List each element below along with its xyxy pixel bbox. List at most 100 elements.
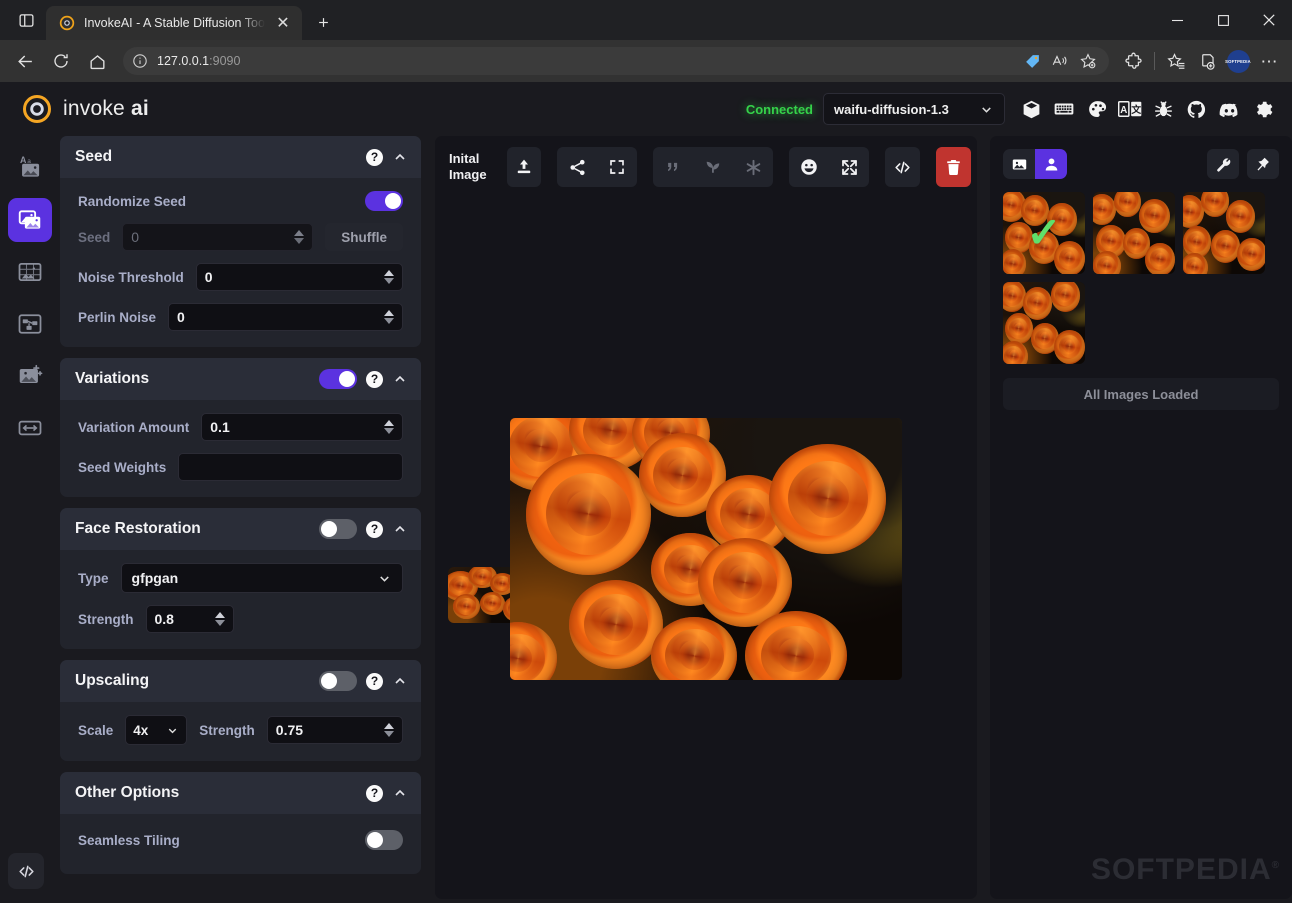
tab-close-icon[interactable]: ✕ [274,14,292,32]
browser-tab[interactable]: InvokeAI - A Stable Diffusion Too ✕ [46,6,302,40]
language-icon[interactable]: A 文 [1118,97,1142,121]
address-bar[interactable]: 127.0.0.1:9090 [123,47,1109,75]
extensions-button[interactable] [1118,46,1148,76]
upload-image-button[interactable] [506,147,542,187]
show-metadata-button[interactable] [885,147,921,187]
browser-more-button[interactable]: ⋯ [1254,46,1284,76]
use-seed-button[interactable] [693,147,733,187]
help-icon[interactable]: ? [366,784,383,802]
stepper-up-icon[interactable] [294,230,305,236]
collapse-chevron-icon[interactable] [392,521,408,537]
model-select[interactable]: waifu-diffusion-1.3 [823,93,1005,125]
seed-panel-header[interactable]: Seed ? [60,136,421,178]
upscaling-panel-header[interactable]: Upscaling ? [60,660,421,702]
back-button[interactable] [8,46,42,76]
perlin-noise-input[interactable]: 0 [168,303,403,331]
perlin-noise-stepper[interactable] [384,310,394,324]
upscale-strength-input[interactable]: 0.75 [266,716,403,744]
gallery-settings-button[interactable] [1207,149,1239,179]
gallery-pin-button[interactable] [1247,149,1279,179]
upscale-strength-stepper[interactable] [384,723,394,737]
randomize-seed-toggle[interactable] [365,191,403,211]
favorites-button[interactable] [1161,46,1191,76]
help-icon[interactable]: ? [366,520,383,538]
stepper-down-icon[interactable] [384,428,394,434]
site-info-icon[interactable] [131,53,148,70]
face-restoration-panel-header[interactable]: Face Restoration ? [60,508,421,550]
sidebar-item-text-to-image[interactable]: Aa [8,146,52,190]
console-code-icon[interactable] [8,853,44,889]
gallery-thumbnail[interactable] [1093,192,1175,274]
collapse-chevron-icon[interactable] [392,673,408,689]
collapse-chevron-icon[interactable] [392,149,408,165]
stepper-down-icon[interactable] [384,731,394,737]
new-tab-button[interactable] [309,7,339,37]
gallery-thumbnail[interactable] [1183,192,1265,274]
canvas-image-area[interactable] [435,198,977,899]
stepper-down-icon[interactable] [294,238,305,244]
stepper-up-icon[interactable] [384,723,394,729]
use-all-parameters-button[interactable] [733,147,773,187]
variations-panel-header[interactable]: Variations ? [60,358,421,400]
sidebar-item-unified-canvas[interactable] [8,250,52,294]
profile-button[interactable]: SOFTPEDIA [1223,46,1253,76]
face-restoration-strength-input[interactable]: 0.8 [145,605,234,633]
stepper-down-icon[interactable] [214,620,225,626]
current-image[interactable] [510,417,902,680]
maximize-button[interactable] [1200,0,1246,40]
shopping-tag-icon[interactable] [1019,49,1045,73]
seamless-tiling-toggle[interactable] [365,830,403,850]
theme-icon[interactable] [1085,97,1109,121]
hotkeys-icon[interactable] [1052,97,1076,121]
settings-icon[interactable] [1250,97,1274,121]
reload-button[interactable] [44,46,78,76]
seed-input[interactable]: 0 [122,223,314,251]
stepper-up-icon[interactable] [384,310,394,316]
collapse-chevron-icon[interactable] [392,785,408,801]
upscale-button[interactable] [829,147,869,187]
gallery-thumbnail[interactable] [1003,282,1085,364]
upscale-scale-select[interactable]: 4x [125,715,188,745]
share-image-button[interactable] [557,147,597,187]
model-manager-icon[interactable] [1019,97,1043,121]
tab-gallery-images[interactable] [1003,149,1035,179]
stepper-down-icon[interactable] [384,278,394,284]
minimize-button[interactable] [1154,0,1200,40]
bug-report-icon[interactable] [1151,97,1175,121]
collections-button[interactable] [1192,46,1222,76]
tab-gallery-uploads[interactable] [1035,149,1067,179]
github-icon[interactable] [1184,97,1208,121]
help-icon[interactable]: ? [366,370,383,388]
shuffle-seed-button[interactable]: Shuffle [325,223,403,251]
gallery-thumbnail[interactable]: ✓ [1003,192,1085,274]
tab-actions-button[interactable] [6,3,46,37]
face-restoration-strength-stepper[interactable] [214,612,225,626]
seed-stepper[interactable] [294,230,305,244]
fullscreen-button[interactable] [597,147,637,187]
noise-threshold-input[interactable]: 0 [195,263,403,291]
sidebar-item-nodes[interactable] [8,302,52,346]
noise-threshold-stepper[interactable] [384,270,394,284]
help-icon[interactable]: ? [366,148,383,166]
help-icon[interactable]: ? [366,672,383,690]
face-restoration-type-select[interactable]: gfpgan [120,563,403,593]
stepper-up-icon[interactable] [384,270,394,276]
delete-image-button[interactable] [936,147,972,187]
seed-weights-input[interactable] [178,453,403,481]
stepper-up-icon[interactable] [214,612,225,618]
use-prompt-button[interactable] [653,147,693,187]
upscaling-enable-toggle[interactable] [319,671,357,691]
stepper-down-icon[interactable] [384,318,394,324]
face-restoration-enable-toggle[interactable] [319,519,357,539]
sidebar-item-image-to-image[interactable] [8,198,52,242]
collapse-chevron-icon[interactable] [392,371,408,387]
variation-amount-stepper[interactable] [384,420,394,434]
close-window-button[interactable] [1246,0,1292,40]
variation-amount-input[interactable]: 0.1 [201,413,403,441]
sidebar-item-training[interactable] [8,406,52,450]
sidebar-item-post-processing[interactable] [8,354,52,398]
read-aloud-icon[interactable] [1047,49,1073,73]
restore-faces-button[interactable] [789,147,829,187]
variations-enable-toggle[interactable] [319,369,357,389]
other-options-panel-header[interactable]: Other Options ? [60,772,421,814]
